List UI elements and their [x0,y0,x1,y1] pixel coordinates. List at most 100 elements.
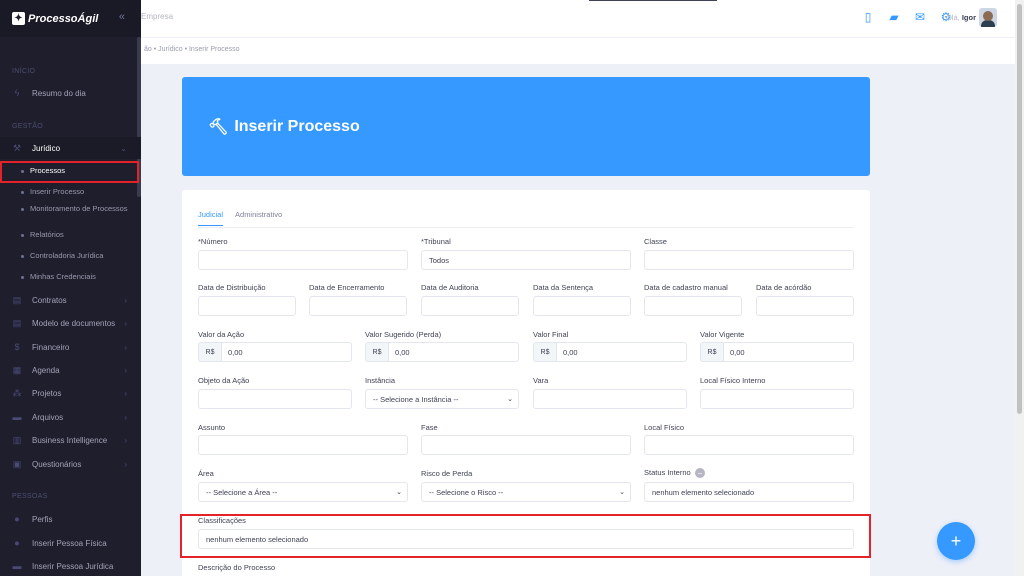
status-multiselect[interactable]: nenhum elemento selecionado [644,482,854,502]
auditoria-date[interactable] [421,296,519,316]
status-value: nenhum elemento selecionado [652,487,755,497]
sidebar-subitem-credenciais[interactable]: Minhas Credenciais [0,272,141,282]
chevron-right-icon: › [124,388,127,398]
valor-sugerido-value[interactable]: 0,00 [388,342,519,362]
acordao-label: Data de acórdão [756,283,812,292]
local-interno-label: Local Físico Interno [700,376,766,385]
valor-final-input[interactable]: R$ 0,00 [533,342,687,362]
file-icon[interactable]: ▰ [888,10,900,24]
avatar[interactable] [979,8,997,27]
sidebar-item-modelo[interactable]: ▤ Modelo de documentos › [0,312,141,334]
sidebar-subitem-label: Inserir Processo [30,187,85,196]
sidebar-item-pessoa-juridica[interactable]: ▬ Inserir Pessoa Jurídica [0,555,141,576]
local-fisico-input[interactable] [644,435,854,455]
sidebar-item-arquivos[interactable]: ▬ Arquivos › [0,406,141,428]
sidebar-item-contratos[interactable]: ▤ Contratos › [0,289,141,311]
fase-input[interactable] [421,435,631,455]
sidebar-item-pessoa-fisica[interactable]: ● Inserir Pessoa Física [0,532,141,554]
tribunal-value: Todos [429,255,450,265]
currency-prefix: R$ [365,342,388,362]
dollar-icon: $ [14,342,20,352]
assunto-label: Assunto [198,423,226,432]
currency-prefix: R$ [198,342,221,362]
valor-vigente-value[interactable]: 0,00 [723,342,854,362]
sentenca-date[interactable] [533,296,631,316]
tab-administrativo[interactable]: Administrativo [235,210,282,226]
brand[interactable]: ✦ ProcessoÁgil « [0,0,141,37]
calendar-icon: ▦ [12,364,22,375]
vara-input[interactable] [533,389,687,409]
page-scrollbar-thumb[interactable] [1017,4,1022,414]
sidebar-item-questionarios[interactable]: ▣ Questionários › [0,453,141,475]
classificacoes-highlight [180,514,871,558]
currency-prefix: R$ [700,342,723,362]
user-name: Igor [961,13,976,22]
sidebar-item-juridico[interactable]: ⚒ Jurídico ⌄ [0,137,141,159]
distribuicao-label: Data de Distribuição [198,283,266,292]
area-select[interactable]: -- Selecione a Área -- ⌄ [198,482,408,502]
sidebar-subitem-relatorios[interactable]: Relatórios [0,230,141,240]
breadcrumb: ão • Jurídico • Inserir Processo [144,46,240,53]
user-greeting[interactable]: Olá, Igor [946,13,976,22]
instancia-label: Instância [365,376,396,385]
brand-logo-icon: ✦ [12,12,25,25]
sidebar-item-resumo[interactable]: ϟ Resumo do dia [0,82,141,104]
page-scrollbar[interactable] [1015,0,1024,576]
classe-input[interactable] [644,250,854,270]
valor-vigente-input[interactable]: R$ 0,00 [700,342,854,362]
add-button[interactable]: + [937,522,975,560]
user-plus-icon: ● [14,538,20,548]
valor-acao-input[interactable]: R$ 0,00 [198,342,352,362]
valor-final-label: Valor Final [533,330,569,339]
section-pessoas: PESSOAS [12,493,48,500]
tab-judicial[interactable]: Judicial [198,210,224,226]
section-gestao: GESTÃO [12,123,43,130]
plus-icon: + [950,530,962,551]
phone-icon[interactable]: ▯ [862,10,874,24]
sidebar-item-perfis[interactable]: ● Perfis [0,508,141,530]
encerramento-date[interactable] [309,296,407,316]
minus-circle-icon[interactable]: − [694,468,705,479]
project-icon: ⁂ [12,387,22,398]
sidebar-item-label: Inserir Pessoa Física [32,538,107,548]
sidebar-item-label: Contratos [32,295,67,305]
numero-input[interactable] [198,250,408,270]
valor-sugerido-input[interactable]: R$ 0,00 [365,342,519,362]
numero-label: *Número [198,237,228,246]
sidebar-item-label: Questionários [32,459,82,469]
cadastro-date[interactable] [644,296,742,316]
sidebar-subitem-monitoramento[interactable]: Monitoramento de Processos [0,204,141,214]
sidebar-subitem-controladoria[interactable]: Controladoria Jurídica [0,251,141,261]
header-icons: ▯ ▰ ✉ ⚙ [862,10,952,24]
sidebar-item-agenda[interactable]: ▦ Agenda › [0,359,141,381]
valor-acao-value[interactable]: 0,00 [221,342,352,362]
tribunal-input[interactable]: Todos [421,250,631,270]
company-name: Empresa [141,12,174,21]
bullet-icon [21,191,24,194]
sidebar-item-projetos[interactable]: ⁂ Projetos › [0,382,141,404]
sidebar-item-bi[interactable]: ▥ Business Intelligence › [0,429,141,451]
acordao-date[interactable] [756,296,854,316]
sidebar-subitem-inserir[interactable]: Inserir Processo [0,187,141,197]
document-icon: ▤ [12,294,22,305]
processos-highlight [0,161,139,183]
collapse-icon[interactable]: « [119,11,125,23]
sidebar-item-label: Business Intelligence [32,435,108,445]
descricao-label: Descrição do Processo [198,563,276,572]
distribuicao-date[interactable] [198,296,296,316]
valor-final-value[interactable]: 0,00 [556,342,687,362]
subheader: ão • Jurídico • Inserir Processo [141,37,1015,64]
sidebar-item-label: Modelo de documentos [32,318,116,328]
sidebar-item-financeiro[interactable]: $ Financeiro › [0,336,141,358]
mail-icon[interactable]: ✉ [914,10,926,24]
objeto-input[interactable] [198,389,352,409]
local-interno-input[interactable] [700,389,854,409]
vara-label: Vara [533,376,549,385]
assunto-input[interactable] [198,435,408,455]
sidebar-item-label: Agenda [32,365,60,375]
instancia-select[interactable]: -- Selecione a Instância -- ⌄ [365,389,519,409]
risco-select[interactable]: -- Selecione o Risco -- ⌄ [421,482,631,502]
folder-icon: ▬ [12,412,22,422]
objeto-label: Objeto da Ação [198,376,250,385]
sidebar-item-label: Inserir Pessoa Jurídica [32,561,114,571]
